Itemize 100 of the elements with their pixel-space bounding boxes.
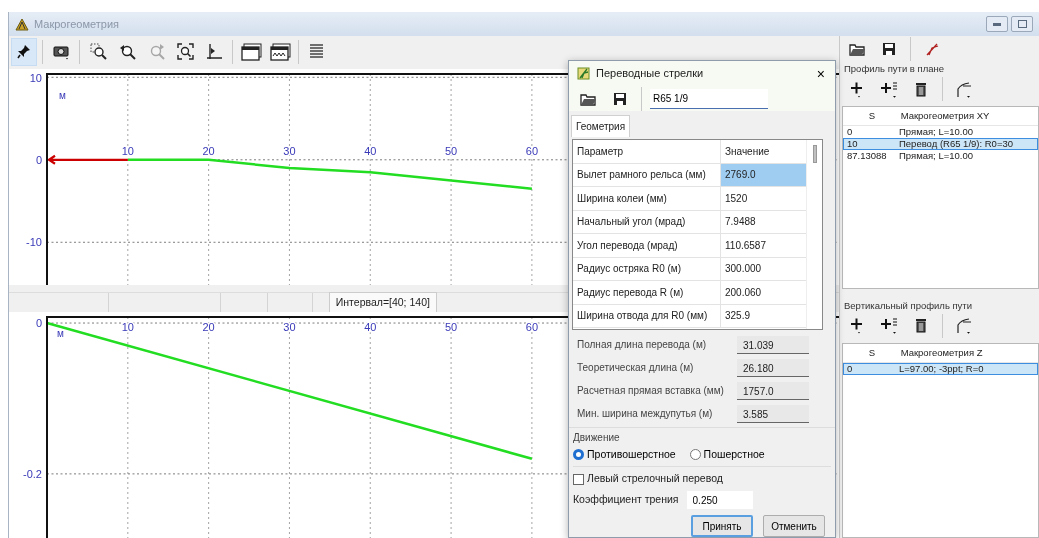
table-cell-text: 0 <box>846 125 854 140</box>
table-cell[interactable]: 2769.0 <box>721 163 806 186</box>
field-label: Мин. ширина междупутья (м) <box>577 407 714 421</box>
column-header: S <box>867 109 877 124</box>
table-cell[interactable]: 300.000 <box>721 257 806 280</box>
zoom-select-icon <box>89 43 107 62</box>
x-tick-label: 30 <box>283 321 296 334</box>
table-cell-text: 0 <box>846 361 854 376</box>
table-row[interactable]: 0 Прямая; L=10.00 <box>843 126 1038 139</box>
table-cell: Прямая; L=10.00 <box>899 125 973 140</box>
table-cell[interactable]: 110.6587 <box>721 234 806 257</box>
friction-field[interactable]: 0.250 <box>686 491 753 509</box>
column-header: Значение <box>724 144 771 159</box>
column-header: Параметр <box>573 140 721 163</box>
table-cell: Прямая; L=10.00 <box>899 149 973 164</box>
zoom-back-icon <box>118 43 136 62</box>
column-header: Макрогеометрия XY <box>899 109 990 124</box>
save-icon <box>882 42 896 56</box>
accept-button[interactable]: Принять <box>691 515 753 537</box>
radio-option[interactable]: Пошерстное <box>689 446 765 463</box>
checkbox-option[interactable]: Левый стрелочный перевод <box>569 467 835 489</box>
x-tick-label: 40 <box>364 144 377 157</box>
field-label: Полная длина перевода (м) <box>577 338 708 352</box>
switch-drawing-icon <box>577 67 590 80</box>
y-tick-label: -10 <box>26 236 42 249</box>
table-cell: Перевод (R65 1/9): R0=30 <box>899 137 1013 152</box>
y-tick-label: -0.2 <box>23 468 42 481</box>
column-header: S <box>867 345 877 360</box>
table-cell: Угол перевода (мрад) <box>573 234 721 257</box>
table-cell: Ширина отвода для R0 (мм) <box>573 304 721 327</box>
trash-icon <box>915 81 927 97</box>
readonly-field: 1757.0 <box>737 381 809 400</box>
x-tick-label: 60 <box>525 144 538 157</box>
panel-title: Профиль пути в плане <box>843 62 946 76</box>
table-row[interactable]: 87.13088 Прямая; L=10.00 <box>843 150 1038 163</box>
y-tick-label: 0 <box>35 153 42 166</box>
table-cell: Радиус перевода R (м) <box>573 281 721 304</box>
readonly-field: 3.585 <box>737 404 809 423</box>
scrollbar-thumb[interactable] <box>812 145 817 163</box>
table-cell[interactable]: 1520 <box>721 187 806 210</box>
curve-icon <box>955 317 973 335</box>
x-tick-label: 30 <box>283 144 296 157</box>
readonly-field: 31.039 <box>737 335 809 354</box>
x-tick-label: 60 <box>525 321 538 334</box>
chart-window-icon <box>269 43 291 62</box>
table-cell: Начальный угол (мрад) <box>573 210 721 233</box>
window-title: Макрогеометрия <box>34 16 120 32</box>
maximize-button[interactable] <box>1011 16 1033 32</box>
column-header: Макрогеометрия Z <box>899 345 983 360</box>
table-cell: L=97.00; -3ppt; R=0 <box>899 361 984 376</box>
y-tick-label: 0 <box>35 317 42 330</box>
table-cell[interactable]: 7.9488 <box>721 210 806 233</box>
plus-icon <box>850 80 864 98</box>
curve-icon <box>955 80 973 98</box>
y-tick-label: 10 <box>29 71 42 84</box>
x-tick-label: 40 <box>364 321 377 334</box>
x-tick-label: 10 <box>121 144 134 157</box>
minimize-icon <box>993 22 1002 26</box>
plus-icon <box>850 317 864 335</box>
table-cell[interactable]: 200.060 <box>721 281 806 304</box>
x-tick-label: 20 <box>202 144 215 157</box>
panel-title: Вертикальный профиль пути <box>843 298 974 313</box>
pin-button[interactable] <box>11 38 37 67</box>
maximize-icon <box>1017 20 1027 28</box>
tab[interactable]: Геометрия <box>571 115 631 137</box>
preset-field[interactable]: R65 1/9 <box>650 88 768 109</box>
cancel-button[interactable]: Отменить <box>763 515 825 537</box>
minimize-button[interactable] <box>986 16 1009 32</box>
plus-list-icon <box>880 80 898 98</box>
trash-icon <box>915 318 927 334</box>
table-row[interactable]: 10 Перевод (R65 1/9): R0=30 <box>843 138 1038 151</box>
x-tick-label: 20 <box>202 321 215 334</box>
close-button[interactable]: × <box>814 66 827 81</box>
table-cell-text: 87.13088 <box>846 149 888 164</box>
x-tick-label: 50 <box>444 144 458 157</box>
window-icon <box>240 43 262 62</box>
field-label: Коэффициент трения <box>573 492 679 508</box>
x-tick-label: 50 <box>444 321 458 334</box>
axis-icon <box>205 43 223 62</box>
camera-icon <box>52 43 70 62</box>
table-cell[interactable]: 325.9 <box>721 304 806 327</box>
zoom-fit-icon <box>176 43 194 62</box>
save-icon <box>613 91 627 106</box>
x-tick-label: 10 <box>121 321 134 334</box>
table-cell-text: 10 <box>846 137 859 152</box>
folder-icon <box>848 42 866 56</box>
plus-list-icon <box>880 317 898 335</box>
table-cell: Ширина колеи (мм) <box>573 187 721 210</box>
readonly-field: 26.180 <box>737 358 809 377</box>
dialog-title: Переводные стрелки <box>596 66 704 82</box>
axis-unit-label: м <box>57 328 64 340</box>
switch-icon <box>925 42 939 56</box>
radio-option[interactable]: Противошерстное <box>573 446 676 463</box>
field-label: Теоретическая длина (м) <box>577 361 695 375</box>
group-label: Движение <box>573 430 621 445</box>
folder-icon <box>579 91 597 106</box>
axis-unit-label: м <box>59 89 66 101</box>
status-text: Интервал=[40; 140] <box>328 292 437 314</box>
table-cell: Радиус остряка R0 (м) <box>573 257 721 280</box>
field-label: Расчетная прямая вставка (мм) <box>577 384 725 398</box>
